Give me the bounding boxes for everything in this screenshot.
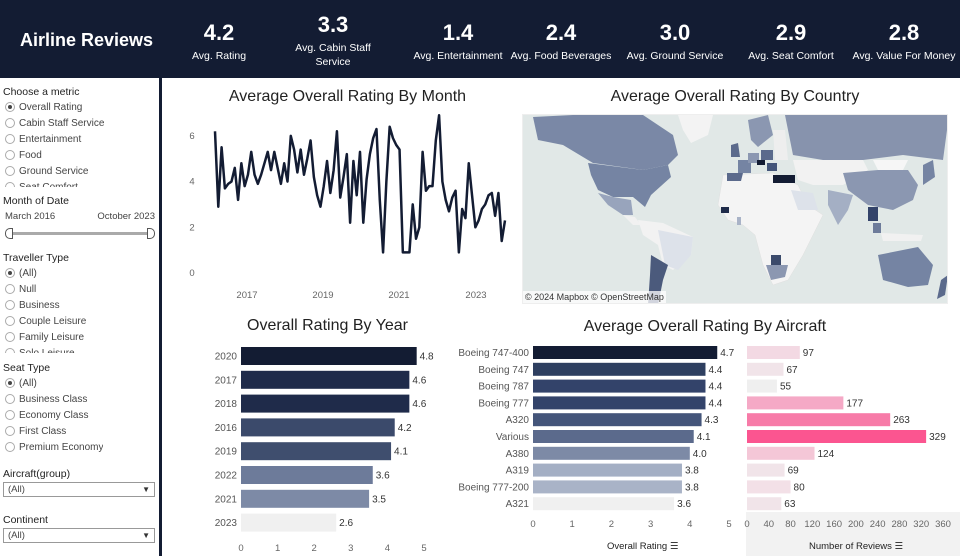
bar-value-label: 263 <box>893 415 910 426</box>
bar-value-label: 67 <box>786 365 798 376</box>
x-tick-label: 160 <box>826 519 842 530</box>
bar <box>747 413 891 427</box>
bar-value-label: 97 <box>803 348 815 359</box>
aircraft-reviews-bar-chart: 97 67 55 177 263 329 124 69 80 63 0 40 80 120 160 200 24… <box>744 346 951 530</box>
reviews-axis-title[interactable]: Number of Reviews ☰ <box>809 541 903 552</box>
dashboard: Airline Reviews 4.2 Avg. Rating 3.3 Avg. Ca… <box>0 0 960 556</box>
bar <box>747 379 777 393</box>
bar-value-label: 63 <box>784 499 796 510</box>
bar <box>747 497 782 511</box>
x-tick-label: 120 <box>804 519 820 530</box>
sort-icon[interactable]: ☰ <box>670 541 679 552</box>
rating-axis-label: Overall Rating <box>607 541 668 552</box>
bar <box>747 446 815 460</box>
x-tick-label: 0 <box>744 519 749 530</box>
bar-value-label: 55 <box>780 382 792 393</box>
bar-value-label: 69 <box>788 466 800 477</box>
bar-value-label: 177 <box>846 398 863 409</box>
bar <box>747 396 844 410</box>
rating-axis-title[interactable]: Overall Rating ☰ <box>607 541 678 552</box>
x-tick-label: 200 <box>848 519 864 530</box>
bar-value-label: 80 <box>794 482 806 493</box>
x-tick-label: 280 <box>892 519 908 530</box>
x-tick-label: 40 <box>763 519 774 530</box>
x-tick-label: 360 <box>935 519 951 530</box>
x-tick-label: 320 <box>913 519 929 530</box>
reviews-axis-label: Number of Reviews <box>809 541 892 552</box>
bar-value-label: 329 <box>929 432 946 443</box>
bar <box>747 346 800 359</box>
bar <box>747 463 785 477</box>
bar <box>747 480 791 494</box>
x-tick-label: 80 <box>785 519 796 530</box>
x-tick-label: 240 <box>870 519 886 530</box>
sort-descending-icon[interactable]: ☰ <box>895 541 904 552</box>
bar-value-label: 124 <box>818 449 835 460</box>
bar <box>747 430 927 443</box>
bar <box>747 362 784 376</box>
